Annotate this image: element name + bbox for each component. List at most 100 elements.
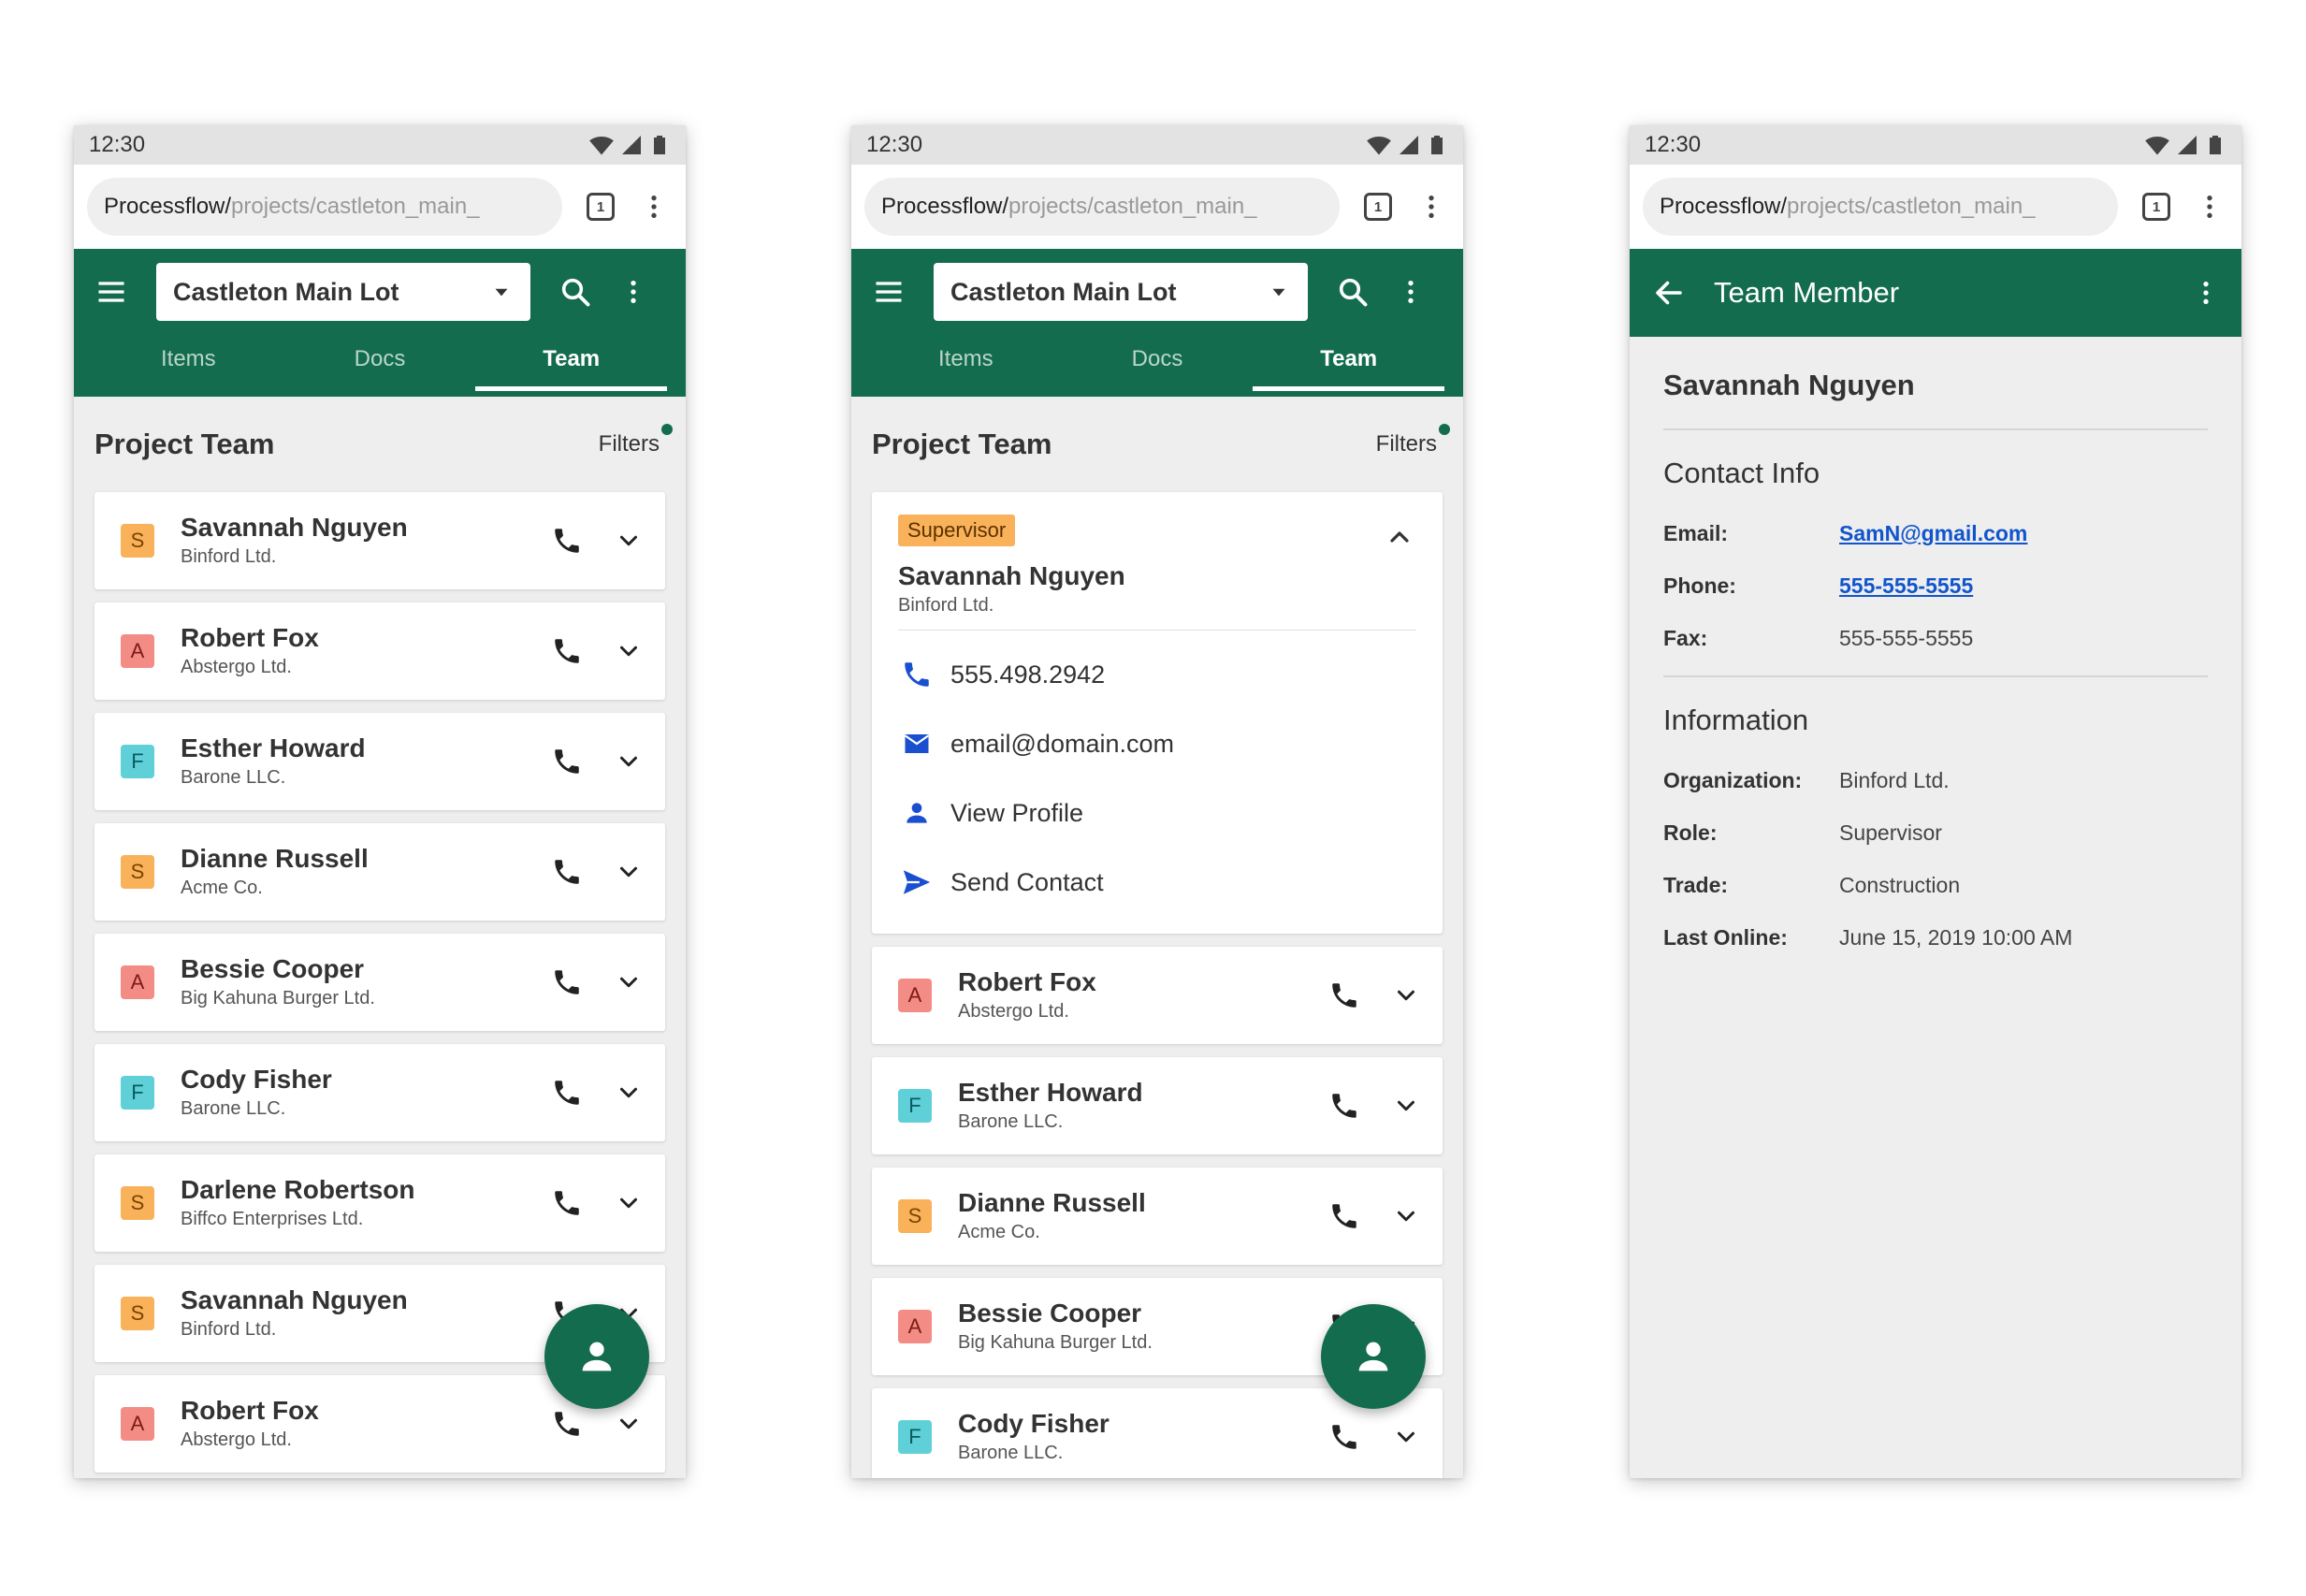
tabs-icon[interactable]: 1 <box>1364 193 1392 221</box>
wifi-icon <box>2144 132 2170 158</box>
chevron-down-icon[interactable] <box>615 1079 643 1107</box>
url-field[interactable]: Processflow/projects/castleton_main_ <box>1643 178 2118 236</box>
member-name: Esther Howard <box>958 1078 1143 1107</box>
phone-icon[interactable] <box>551 525 583 557</box>
tab-team[interactable]: Team <box>475 335 667 397</box>
role-row: Role: Supervisor <box>1663 806 2208 859</box>
chevron-down-icon[interactable] <box>615 968 643 996</box>
chevron-down-icon[interactable] <box>1392 1202 1420 1230</box>
member-initial-badge: A <box>898 1310 932 1343</box>
member-name: Robert Fox <box>958 967 1096 996</box>
phone-icon[interactable] <box>551 746 583 777</box>
dropdown-arrow-icon <box>1267 280 1291 304</box>
browser-more-vert-icon[interactable] <box>1413 183 1450 230</box>
member-initial-badge: A <box>121 634 154 668</box>
member-card[interactable]: F Cody Fisher Barone LLC. <box>94 1044 665 1141</box>
send-contact-action[interactable]: Send Contact <box>898 848 1416 917</box>
chevron-down-icon[interactable] <box>615 527 643 555</box>
menu-icon[interactable] <box>872 275 906 309</box>
url-host: Processflow/ <box>881 194 1009 219</box>
phone-icon[interactable] <box>1328 1090 1360 1122</box>
tab-items[interactable]: Items <box>93 335 284 397</box>
phone-icon[interactable] <box>551 1077 583 1109</box>
app-more-vert-icon[interactable] <box>615 268 652 315</box>
app-bar: Team Member <box>1630 249 2241 337</box>
member-initial-badge: S <box>898 1199 932 1233</box>
send-icon <box>900 866 934 898</box>
view-profile-label: View Profile <box>950 798 1084 827</box>
chevron-down-icon[interactable] <box>615 1189 643 1217</box>
project-select[interactable]: Castleton Main Lot <box>934 263 1308 321</box>
filters-button[interactable]: Filters <box>1376 424 1450 457</box>
phone-icon[interactable] <box>551 856 583 888</box>
card-actions <box>551 1187 643 1219</box>
card-actions <box>1328 1200 1420 1232</box>
project-select[interactable]: Castleton Main Lot <box>156 263 530 321</box>
call-action[interactable]: 555.498.2942 <box>898 640 1416 709</box>
member-card[interactable]: S Dianne Russell Acme Co. <box>94 823 665 921</box>
phone-icon[interactable] <box>1328 1421 1360 1453</box>
tab-bar: Items Docs Team <box>74 335 686 397</box>
chevron-down-icon[interactable] <box>615 858 643 886</box>
member-name: Robert Fox <box>181 623 319 652</box>
phone-icon[interactable] <box>551 1187 583 1219</box>
chevron-down-icon[interactable] <box>1392 981 1420 1009</box>
filters-button[interactable]: Filters <box>599 424 673 457</box>
phone-link[interactable]: 555-555-5555 <box>1839 573 1973 599</box>
member-card[interactable]: S Savannah Nguyen Binford Ltd. <box>94 492 665 589</box>
phone-icon[interactable] <box>1328 979 1360 1011</box>
tab-team[interactable]: Team <box>1253 335 1444 397</box>
chevron-down-icon[interactable] <box>615 747 643 776</box>
view-profile-action[interactable]: View Profile <box>898 778 1416 848</box>
card-actions <box>551 635 643 667</box>
dropdown-arrow-icon <box>489 280 514 304</box>
url-field[interactable]: Processflow/projects/castleton_main_ <box>864 178 1340 236</box>
email-link[interactable]: SamN@gmail.com <box>1839 521 2027 546</box>
search-icon[interactable] <box>558 275 592 309</box>
phone-icon[interactable] <box>1328 1200 1360 1232</box>
signal-icon <box>2176 134 2198 156</box>
browser-more-vert-icon[interactable] <box>635 183 673 230</box>
member-card[interactable]: A Robert Fox Abstergo Ltd. <box>94 602 665 700</box>
app-more-vert-icon[interactable] <box>1392 268 1429 315</box>
browser-more-vert-icon[interactable] <box>2191 183 2228 230</box>
role-value: Supervisor <box>1839 820 1942 845</box>
chevron-down-icon[interactable] <box>1392 1423 1420 1451</box>
organization-label: Organization: <box>1663 767 1803 792</box>
organization-row: Organization: Binford Ltd. <box>1663 754 2208 806</box>
member-card[interactable]: F Esther Howard Barone LLC. <box>94 713 665 810</box>
phone-icon[interactable] <box>551 635 583 667</box>
fax-label: Fax: <box>1663 625 1708 650</box>
email-action[interactable]: email@domain.com <box>898 709 1416 778</box>
member-initial-badge: F <box>121 1076 154 1110</box>
tab-docs[interactable]: Docs <box>284 335 476 397</box>
chevron-down-icon[interactable] <box>615 1410 643 1438</box>
member-card[interactable]: S Dianne Russell Acme Co. <box>872 1168 1443 1265</box>
chevron-up-icon[interactable] <box>1385 522 1414 552</box>
menu-icon[interactable] <box>94 275 128 309</box>
member-card[interactable]: A Robert Fox Abstergo Ltd. <box>872 947 1443 1044</box>
divider <box>898 630 1416 631</box>
tab-items[interactable]: Items <box>870 335 1062 397</box>
member-initial-badge: F <box>121 745 154 778</box>
signal-icon <box>1398 134 1420 156</box>
app-more-vert-icon[interactable] <box>2187 269 2225 316</box>
tabs-icon[interactable]: 1 <box>2142 193 2170 221</box>
phone-icon[interactable] <box>551 966 583 998</box>
search-icon[interactable] <box>1336 275 1370 309</box>
tab-docs[interactable]: Docs <box>1062 335 1254 397</box>
member-org: Big Kahuna Burger Ltd. <box>958 1332 1153 1353</box>
url-field[interactable]: Processflow/projects/castleton_main_ <box>87 178 562 236</box>
phone-icon[interactable] <box>551 1408 583 1440</box>
member-card[interactable]: S Darlene Robertson Biffco Enterprises Ltd… <box>94 1154 665 1252</box>
battery-icon <box>2204 133 2226 157</box>
chevron-down-icon[interactable] <box>615 637 643 665</box>
add-person-button[interactable] <box>544 1304 649 1409</box>
member-card[interactable]: F Esther Howard Barone LLC. <box>872 1057 1443 1154</box>
chevron-down-icon[interactable] <box>1392 1092 1420 1120</box>
url-path: projects/castleton_main_ <box>1008 194 1257 219</box>
member-card[interactable]: A Bessie Cooper Big Kahuna Burger Ltd. <box>94 934 665 1031</box>
tabs-icon[interactable]: 1 <box>587 193 615 221</box>
add-person-button[interactable] <box>1321 1304 1426 1409</box>
back-arrow-icon[interactable] <box>1652 276 1686 310</box>
